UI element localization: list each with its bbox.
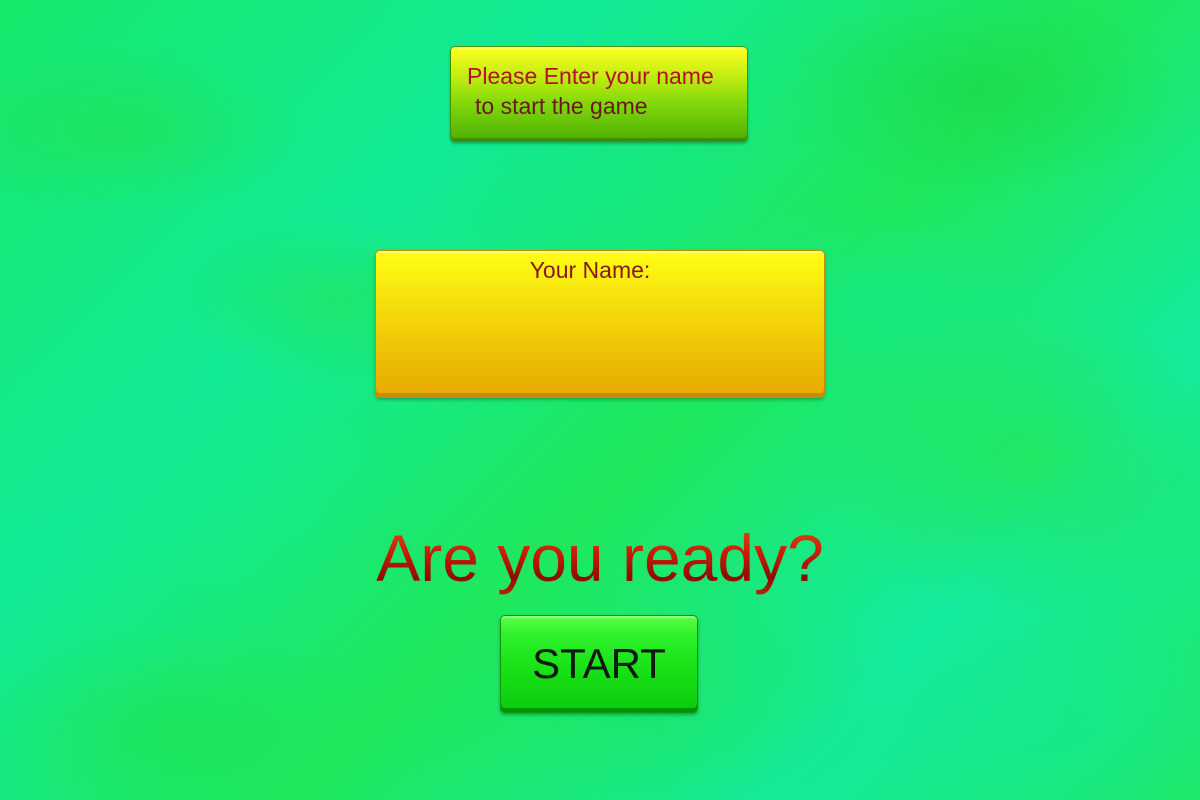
name-input[interactable] <box>388 291 812 381</box>
start-button[interactable]: START <box>500 615 698 713</box>
ready-heading: Are you ready? <box>300 518 900 598</box>
instruction-line-1: Please Enter your name <box>467 63 714 89</box>
instruction-line-2: to start the game <box>475 93 648 119</box>
instruction-panel: Please Enter your name to start the game <box>450 46 748 142</box>
name-label: Your Name: <box>529 257 651 283</box>
name-entry-box: Your Name: <box>375 250 825 398</box>
